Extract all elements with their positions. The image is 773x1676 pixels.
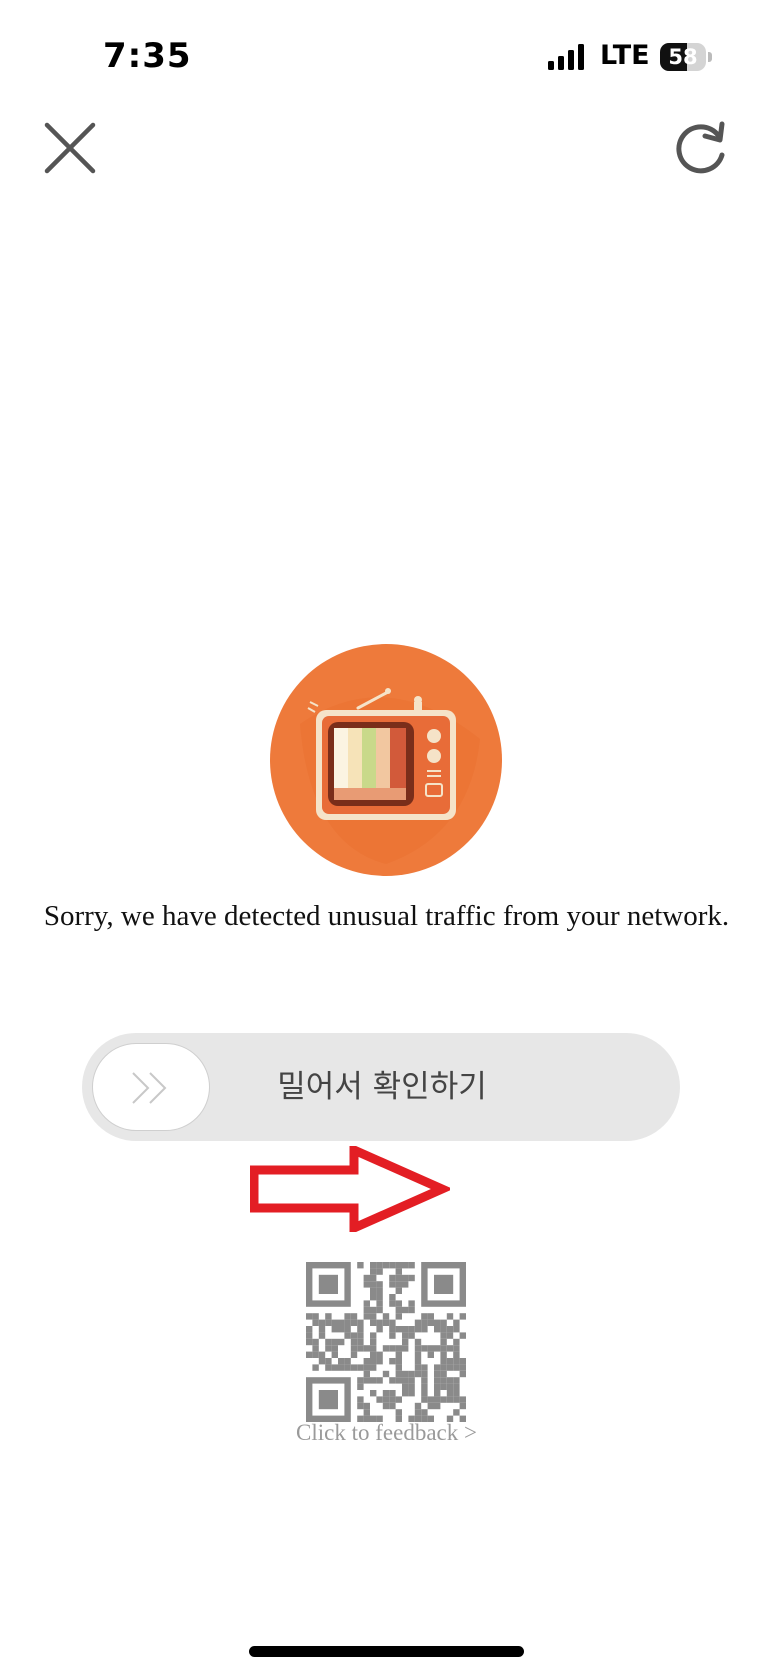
slider-handle[interactable] — [92, 1043, 210, 1131]
tv-icon — [270, 644, 502, 876]
cellular-signal-icon — [548, 44, 584, 70]
status-bar: 7:35 LTE 58 — [0, 0, 773, 110]
feedback-link[interactable]: Click to feedback > — [0, 1420, 773, 1446]
battery-icon: 58 — [660, 43, 712, 71]
close-button[interactable] — [40, 118, 100, 178]
network-type: LTE — [600, 40, 650, 71]
unusual-traffic-message: Sorry, we have detected unusual traffic … — [43, 900, 730, 932]
battery-percent: 58 — [668, 45, 698, 69]
double-chevron-right-icon — [132, 1072, 167, 1104]
close-icon — [44, 122, 96, 174]
red-arrow-right-icon — [250, 1146, 450, 1232]
qr-code-icon[interactable] — [306, 1262, 466, 1422]
home-indicator — [249, 1646, 524, 1657]
slider-label: 밀어서 확인하기 — [277, 1069, 487, 1105]
reload-icon — [676, 121, 725, 174]
status-time: 7:35 — [103, 36, 192, 76]
slide-to-verify-slider[interactable]: 밀어서 확인하기 — [82, 1033, 680, 1141]
reload-button[interactable] — [670, 118, 732, 180]
